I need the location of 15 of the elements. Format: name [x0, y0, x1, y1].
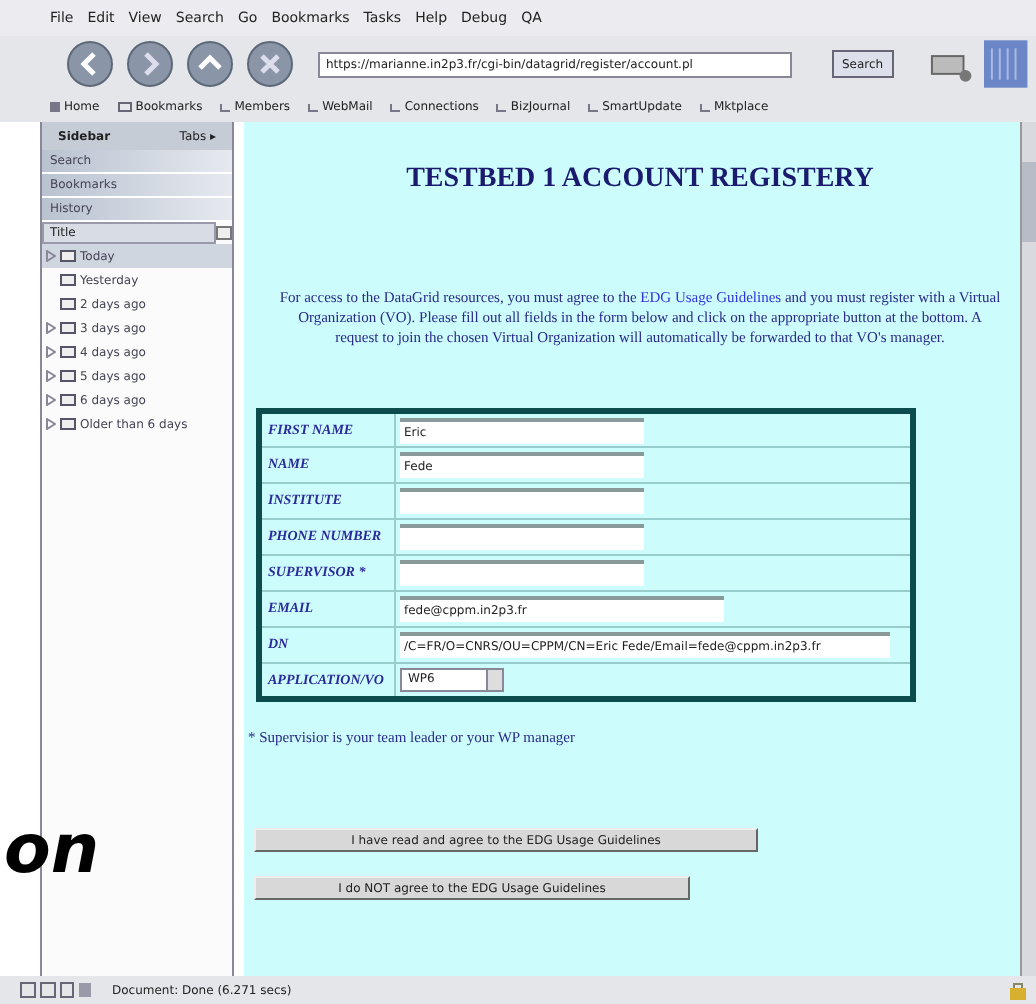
page-title: TESTBED 1 ACCOUNT REGISTERY [406, 162, 874, 198]
text-field[interactable] [400, 488, 644, 514]
scrollbar[interactable] [1020, 122, 1036, 976]
overlay-text: on [4, 816, 100, 884]
lock-icon [1008, 980, 1028, 1000]
stop-icon[interactable] [246, 40, 294, 88]
throbber-icon[interactable] [984, 40, 1028, 88]
reload-icon[interactable] [186, 40, 234, 88]
status-icons[interactable] [20, 982, 92, 998]
expand-icon[interactable] [46, 250, 56, 262]
column-picker-icon[interactable] [216, 222, 232, 244]
text-field[interactable] [400, 524, 644, 550]
text-field[interactable] [400, 560, 644, 586]
back-icon[interactable] [66, 40, 114, 88]
forward-icon[interactable] [126, 40, 174, 88]
